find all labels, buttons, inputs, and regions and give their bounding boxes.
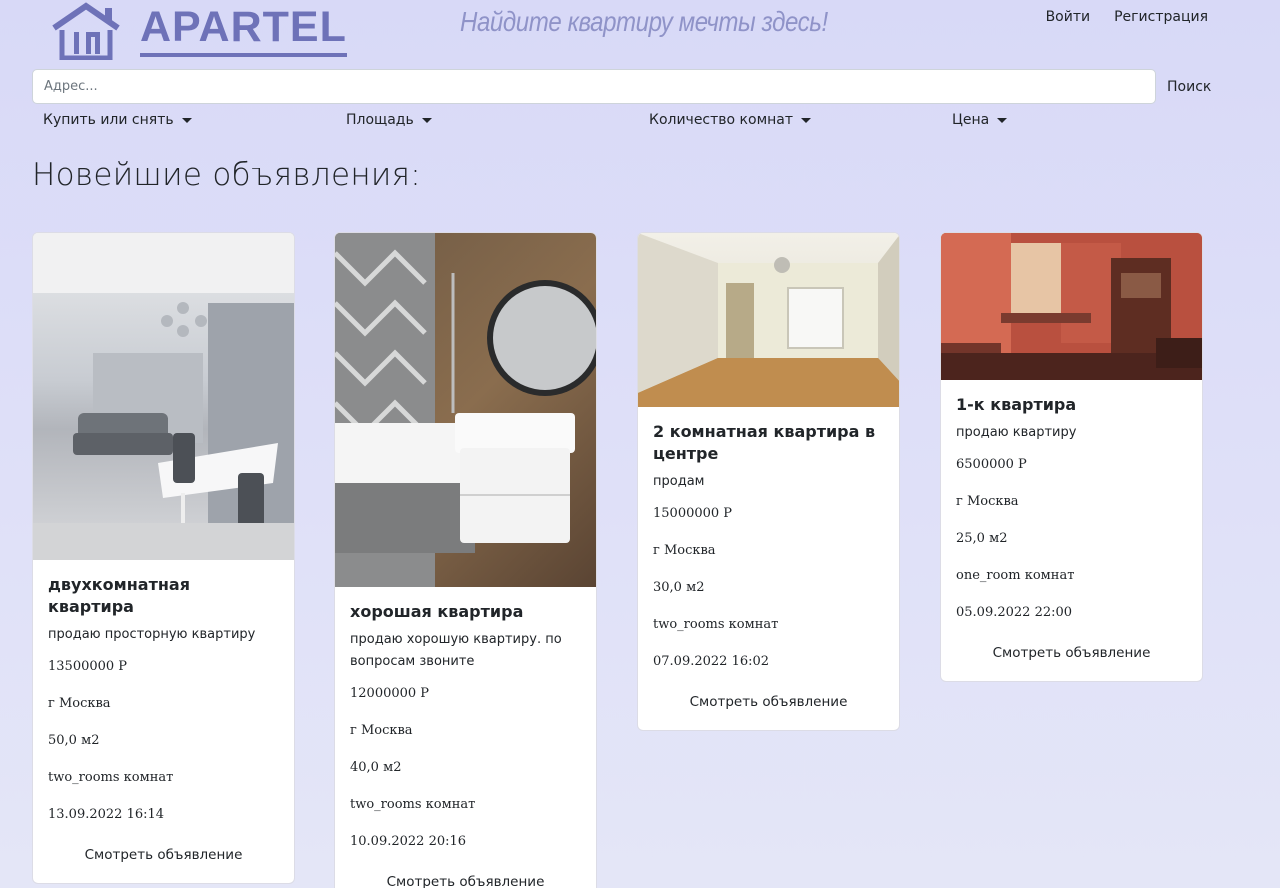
listing-date: 13.09.2022 16:14 — [48, 807, 165, 822]
house-logo-icon — [52, 2, 120, 60]
listing-city: г Москва — [48, 696, 111, 711]
listing-card[interactable]: двухкомнатная квартира продаю просторную… — [32, 232, 295, 884]
listing-area: 25,0 м2 — [956, 531, 1008, 546]
living-room-photo[interactable] — [33, 233, 294, 560]
caret-down-icon — [997, 117, 1008, 123]
listing-city: г Москва — [653, 543, 716, 558]
listing-body: 2 комнатная квартира в центре продам 150… — [638, 407, 899, 730]
listing-description: продаю просторную квартиру — [48, 627, 256, 642]
tagline: Найдите квартиру мечты здесь! — [460, 6, 828, 37]
listing-date: 07.09.2022 16:02 — [653, 654, 770, 669]
caret-down-icon — [421, 117, 432, 123]
filter-label: Купить или снять — [43, 112, 174, 128]
filter-label: Площадь — [346, 112, 414, 128]
brand-logo[interactable]: APARTEL — [50, 2, 347, 60]
listing-card[interactable]: хорошая квартира продаю хорошую квартиру… — [334, 232, 597, 888]
listing-title: двухкомнатная квартира — [48, 575, 190, 616]
filter-rooms-dropdown[interactable]: Количество комнат — [649, 112, 812, 128]
view-listing-link[interactable]: Смотреть объявление — [48, 843, 279, 883]
filter-label: Цена — [952, 112, 990, 128]
listing-title: 1-к квартира — [956, 395, 1077, 414]
retro-room-photo[interactable] — [941, 233, 1202, 380]
listing-body: хорошая квартира продаю хорошую квартиру… — [335, 587, 596, 888]
caret-down-icon — [801, 117, 812, 123]
listing-body: 1-к квартира продаю квартиру 6500000 Р г… — [941, 380, 1202, 681]
caret-down-icon — [181, 117, 192, 123]
filter-area-dropdown[interactable]: Площадь — [346, 112, 432, 128]
section-title: Новейшие объявления: — [32, 157, 422, 193]
empty-room-photo[interactable] — [638, 233, 899, 407]
login-link[interactable]: Войти — [1046, 9, 1091, 25]
listing-area: 50,0 м2 — [48, 733, 100, 748]
view-listing-link[interactable]: Смотреть объявление — [653, 690, 884, 730]
listing-rooms: two_rooms комнат — [350, 797, 476, 812]
listing-card[interactable]: 2 комнатная квартира в центре продам 150… — [637, 232, 900, 731]
listing-city: г Москва — [956, 494, 1019, 509]
listing-rooms: two_rooms комнат — [48, 770, 174, 785]
listing-price: 13500000 Р — [48, 659, 128, 674]
listing-price: 12000000 Р — [350, 686, 430, 701]
auth-links: Войти Регистрация — [1046, 9, 1208, 25]
listing-body: двухкомнатная квартира продаю просторную… — [33, 560, 294, 883]
listing-price: 6500000 Р — [956, 457, 1027, 472]
listing-city: г Москва — [350, 723, 413, 738]
filter-deal-type-dropdown[interactable]: Купить или снять — [43, 112, 192, 128]
brand-name: APARTEL — [140, 3, 347, 57]
listing-rooms: one_room комнат — [956, 568, 1075, 583]
view-listing-link[interactable]: Смотреть объявление — [350, 870, 581, 888]
listing-description: продаю хорошую квартиру. по вопросам зво… — [350, 632, 562, 669]
filter-price-dropdown[interactable]: Цена — [952, 112, 1008, 128]
bathroom-photo[interactable] — [335, 233, 596, 587]
listing-title: хорошая квартира — [350, 602, 524, 621]
search-button[interactable]: Поиск — [1167, 79, 1211, 95]
listing-area: 40,0 м2 — [350, 760, 402, 775]
listing-date: 10.09.2022 20:16 — [350, 834, 467, 849]
listing-price: 15000000 Р — [653, 506, 733, 521]
listing-description: продам — [653, 474, 705, 489]
search-bar: Поиск — [32, 69, 1212, 104]
listing-title: 2 комнатная квартира в центре — [653, 422, 876, 463]
address-search-input[interactable] — [32, 69, 1156, 104]
listing-rooms: two_rooms комнат — [653, 617, 779, 632]
listing-area: 30,0 м2 — [653, 580, 705, 595]
listing-date: 05.09.2022 22:00 — [956, 605, 1073, 620]
listing-card[interactable]: 1-к квартира продаю квартиру 6500000 Р г… — [940, 232, 1203, 682]
filter-bar: Купить или снять Площадь Количество комн… — [0, 112, 1280, 132]
listing-description: продаю квартиру — [956, 425, 1077, 440]
view-listing-link[interactable]: Смотреть объявление — [956, 641, 1187, 681]
filter-label: Количество комнат — [649, 112, 794, 128]
register-link[interactable]: Регистрация — [1114, 9, 1208, 25]
